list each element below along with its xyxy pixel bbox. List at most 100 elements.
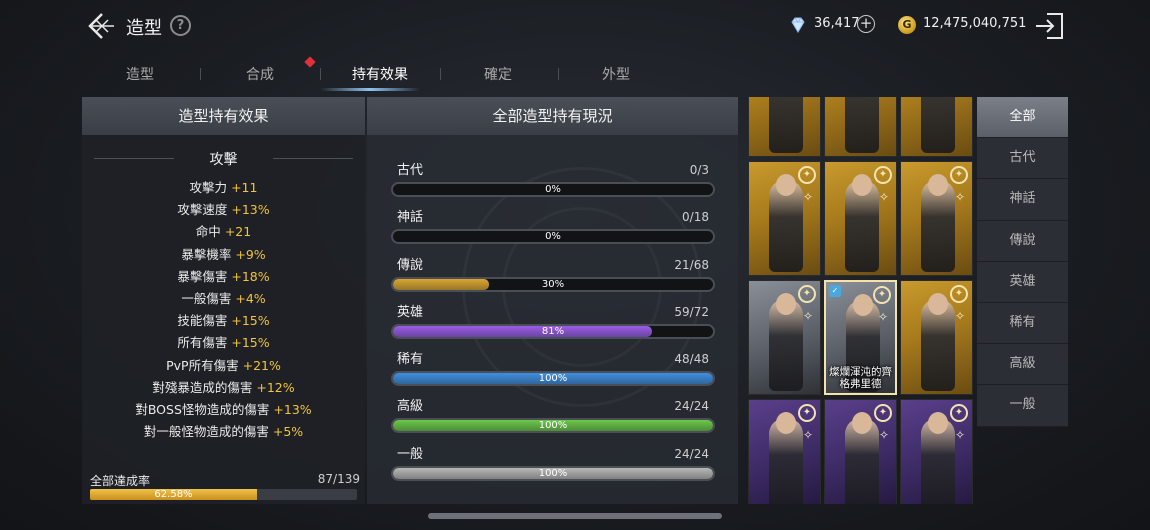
holding-effect-panel: 造型持有效果 攻擊 攻擊力 +11 攻擊速度 +13% 命中 +21 暴擊機率 +9% 暴擊傷害… [82,97,365,504]
filter-item[interactable]: 全部 [977,97,1068,139]
gem-balance: 36,417 [814,16,860,31]
stat-value: +13% [231,202,270,218]
stat-name: 命中 [195,224,221,240]
rarity-name: 英雄 [397,304,424,320]
stat-row: 攻擊力 +11 [82,177,365,199]
filter-item[interactable]: 古代 [977,138,1068,180]
sparkle-icon: ✧ [878,190,890,204]
sparkle-icon: ✧ [878,428,890,442]
stat-name: 攻擊力 [189,180,228,195]
scroll-indicator[interactable] [428,513,722,519]
costume-card[interactable]: ✦ ✧ [900,399,973,504]
rarity-percent: 0% [545,231,561,243]
rank-emblem-icon: ✦ [950,404,968,422]
rarity-progress-bar: 100% [391,418,715,434]
tab-exterior[interactable]: 外型 [576,64,656,84]
stat-name: 對BOSS怪物造成的傷害 [135,401,270,417]
stat-row: 技能傷害 +15% [82,310,365,332]
filter-item[interactable]: 英雄 [977,261,1068,303]
character-head [853,294,873,316]
stat-row: 攻擊速度 +13% [82,199,365,221]
costume-card[interactable]: ✦ ✧ [748,161,821,276]
filter-item[interactable]: 傳說 [977,220,1068,262]
filter-item[interactable]: 稀有 [977,302,1068,345]
tab-confirm[interactable]: 確定 [458,64,538,84]
costume-card[interactable] [900,97,973,157]
character-figure [921,97,955,153]
sparkle-icon: ✧ [954,309,966,323]
panel-title: 全部造型持有現況 [367,97,738,135]
costume-card[interactable]: ✦ ✧ [900,280,973,395]
tab-holding-effect[interactable]: 持有效果 [340,64,420,84]
rank-emblem-icon: ✦ [798,285,816,303]
costume-card[interactable]: ✦ ✧ [900,161,973,276]
sparkle-icon: ✧ [877,310,889,324]
rarity-row: 古代 0/3 0% [391,153,715,200]
costume-card[interactable] [748,97,821,157]
costume-card[interactable]: ✦ ✧ ✓ 燦爛渾沌的齊格弗里德 [824,280,897,395]
rarity-progress-bar: 0% [391,229,715,245]
stat-name: 一般傷害 [181,290,232,306]
tab-appearance[interactable]: 造型 [100,64,180,84]
back-arrow-icon[interactable] [86,10,118,42]
rarity-list: 古代 0/3 0% 神話 0/18 0% 傳說 21/68 30% 英雄 59/72 81% 稀有 48/… [391,153,715,484]
add-gem-button[interactable]: + [857,15,875,33]
stat-value: +12% [256,379,295,395]
rarity-row: 英雄 59/72 81% [391,295,715,342]
stat-value: +21% [242,357,281,373]
stat-row: 對BOSS怪物造成的傷害 +13% [82,399,365,421]
character-head [776,293,796,315]
rarity-row: 稀有 48/48 100% [391,342,715,389]
costume-grid[interactable]: ✦ ✧ ✦ ✧ ✦ ✧ ✦ ✧ ✦ ✧ ✓ 燦爛渾沌的齊格弗里德 ✦ ✧ ✦ ✧ ✦ ✧ ✦ ✧ [748,97,974,504]
rarity-percent: 30% [541,278,565,290]
help-icon[interactable]: ? [170,15,191,36]
completion-bar: 62.58% [90,489,357,500]
stat-row: 所有傷害 +15% [82,332,365,354]
rarity-filter-list: 全部 古代 神話 傳說 英雄 稀有 高級 一般 [977,97,1068,427]
stat-value: +4% [235,290,266,306]
stat-name: PvP所有傷害 [166,357,239,373]
rarity-count: 24/24 [674,446,709,461]
collection-status-panel: 全部造型持有現況 古代 0/3 0% 神話 0/18 0% 傳說 21/68 30% 英雄 59/7… [367,97,738,504]
rarity-progress-bar: 30% [391,276,715,292]
rank-emblem-icon: ✦ [873,286,891,304]
character-head [928,412,948,434]
sparkle-icon: ✧ [802,309,814,323]
gold-coin-icon: G [898,16,916,34]
rank-emblem-icon: ✦ [950,285,968,303]
character-head [852,412,872,434]
stat-value: +13% [273,401,312,417]
costume-card[interactable] [824,97,897,157]
rank-emblem-icon: ✦ [874,404,892,422]
stat-value: +9% [235,246,266,262]
costume-card[interactable]: ✦ ✧ [748,399,821,504]
character-figure [845,97,879,153]
filter-item[interactable]: 一般 [977,385,1068,427]
stat-row: 對一般怪物造成的傷害 +5% [82,421,365,443]
character-head [776,412,796,434]
tab-divider [320,68,321,80]
tab-divider [558,68,559,80]
completion-percent: 62.58% [154,489,193,500]
stat-name: 暴擊傷害 [177,268,228,284]
filter-item[interactable]: 神話 [977,179,1068,221]
tab-synthesis[interactable]: 合成 [220,64,300,84]
character-head [928,174,948,196]
rarity-count: 0/3 [689,163,709,177]
stat-name: 暴擊機率 [181,246,232,262]
owned-check-icon: ✓ [829,285,841,297]
rarity-name: 古代 [397,163,424,178]
filter-item[interactable]: 高級 [977,344,1068,386]
stat-row: 命中 +21 [82,221,365,243]
rarity-count: 59/72 [674,304,709,319]
costume-card[interactable]: ✦ ✧ [748,280,821,395]
stat-name: 所有傷害 [177,335,228,351]
rarity-name: 傳說 [397,257,424,273]
rarity-progress-bar: 0% [391,182,715,197]
stat-name: 技能傷害 [177,313,228,329]
costume-name: 燦爛渾沌的齊格弗里德 [829,366,892,390]
active-tab-indicator [320,88,420,91]
costume-card[interactable]: ✦ ✧ [824,161,897,276]
costume-card[interactable]: ✦ ✧ [824,399,897,504]
exit-icon[interactable] [1033,11,1065,41]
